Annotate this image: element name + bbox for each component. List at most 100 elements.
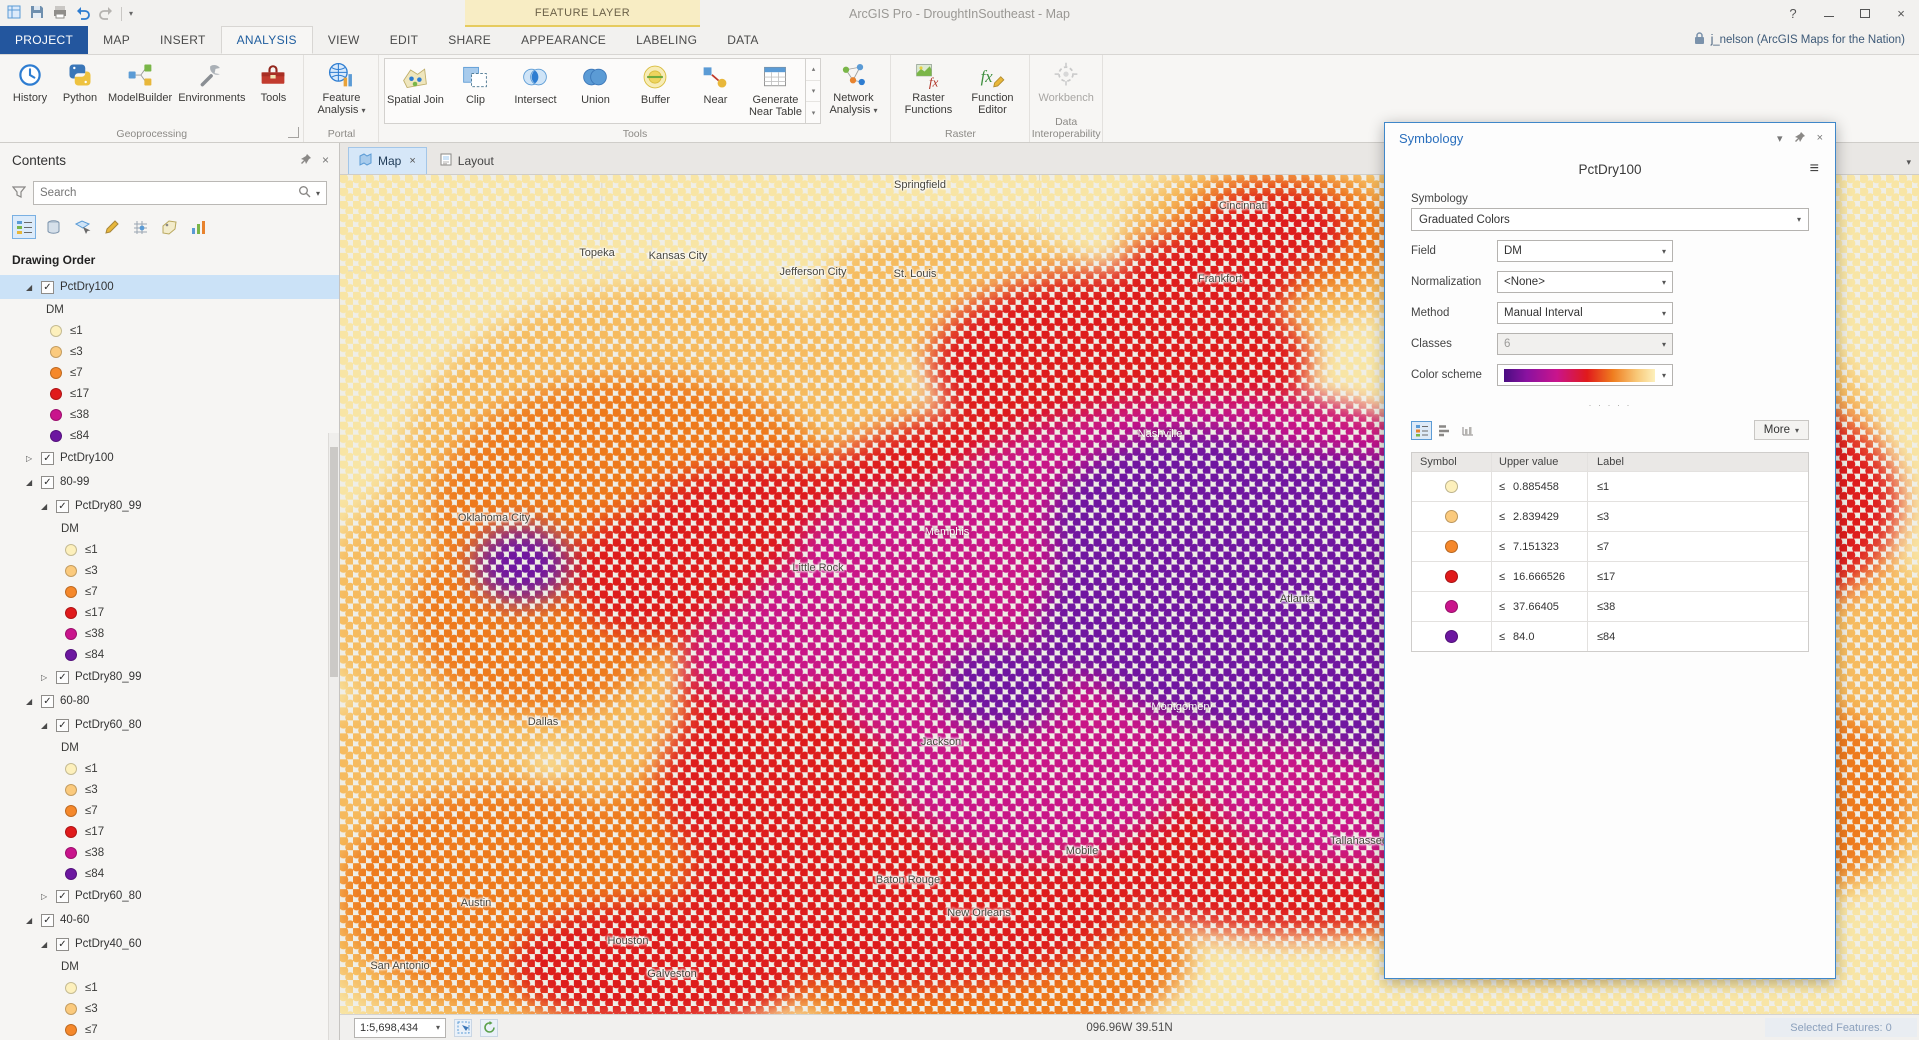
select-tool-icon[interactable] [454, 1018, 472, 1037]
modelbuilder-button[interactable]: ModelBuilder [105, 57, 175, 104]
gallery-down-icon[interactable]: ▾ [806, 81, 821, 103]
contents-scrollbar[interactable] [328, 433, 339, 1040]
collapsed-icon[interactable]: ▷ [26, 454, 41, 463]
classes-dropdown[interactable]: 6 ▾ [1497, 333, 1673, 355]
signed-in-user[interactable]: j_nelson (ArcGIS Maps for the Nation) [1694, 26, 1919, 54]
minimize-button[interactable] [1811, 0, 1847, 27]
feature-analysis-button[interactable]: Feature Analysis ▾ [309, 57, 373, 117]
search-input[interactable] [40, 187, 298, 199]
class-row-7[interactable]: ≤7.151323 ≤7 [1412, 531, 1808, 561]
field-dropdown[interactable]: DM ▾ [1497, 240, 1673, 262]
raster-functions-button[interactable]: fx Raster Functions [896, 57, 960, 116]
pane-splitter-handle[interactable]: · · · · · [1385, 400, 1835, 410]
layer-row-pctdry40-60[interactable]: ◢ ✓ PctDry40_60 [0, 932, 339, 956]
class-swatch[interactable] [1445, 480, 1458, 493]
group-row-60-80[interactable]: ◢ ✓ 60-80 [0, 689, 339, 713]
classes-view-button[interactable] [1411, 420, 1432, 440]
list-by-editing-button[interactable] [99, 215, 123, 239]
tab-layout[interactable]: Layout [430, 147, 504, 174]
menu-icon[interactable]: ≡ [1810, 160, 1819, 178]
scales-view-button[interactable] [1457, 421, 1478, 440]
gallery-expand-icon[interactable]: ▾ [806, 102, 820, 123]
search-icon[interactable] [298, 185, 311, 201]
close-pane-icon[interactable]: × [322, 153, 329, 167]
class-row-38[interactable]: ≤37.66405 ≤38 [1412, 591, 1808, 621]
color-scheme-dropdown[interactable]: ▾ [1497, 364, 1673, 386]
expanded-icon[interactable]: ◢ [26, 916, 41, 925]
layer-checkbox[interactable]: ✓ [41, 280, 54, 294]
list-by-source-button[interactable] [41, 215, 65, 239]
tab-map[interactable]: MAP [88, 26, 145, 54]
layer-checkbox[interactable]: ✓ [56, 889, 69, 903]
expanded-icon[interactable]: ◢ [26, 478, 41, 487]
tab-labeling[interactable]: LABELING [621, 26, 712, 54]
qat-customize-caret-icon[interactable]: ▾ [129, 9, 133, 18]
expanded-icon[interactable]: ◢ [41, 721, 56, 730]
python-button[interactable]: Python [55, 57, 105, 104]
layer-row-pctdry60-80[interactable]: ◢ ✓ PctDry60_80 [0, 713, 339, 737]
environments-button[interactable]: Environments [175, 57, 248, 104]
view-tabs-overflow-icon[interactable]: ▾ [1906, 157, 1911, 168]
pane-close-icon[interactable]: × [1817, 132, 1823, 144]
collapsed-icon[interactable]: ▷ [41, 673, 56, 682]
pane-menu-caret-icon[interactable]: ▾ [1777, 132, 1783, 145]
list-by-drawing-order-button[interactable] [12, 215, 36, 239]
tab-edit[interactable]: EDIT [375, 26, 434, 54]
normalization-dropdown[interactable]: <None> ▾ [1497, 271, 1673, 293]
tab-project[interactable]: PROJECT [0, 26, 89, 54]
list-by-selection-button[interactable] [70, 215, 94, 239]
tab-share[interactable]: SHARE [433, 26, 506, 54]
intersect-button[interactable]: Intersect [505, 59, 565, 123]
group-row-40-60[interactable]: ◢ ✓ 40-60 [0, 908, 339, 932]
dialog-launcher-icon[interactable] [288, 127, 300, 138]
collapsed-icon[interactable]: ▷ [41, 892, 56, 901]
redo-icon[interactable] [98, 4, 114, 23]
help-button[interactable]: ? [1775, 0, 1811, 27]
near-button[interactable]: Near [685, 59, 745, 123]
list-by-snapping-button[interactable] [128, 215, 152, 239]
class-row-1[interactable]: ≤0.885458 ≤1 [1412, 471, 1808, 501]
more-button[interactable]: More ▾ [1753, 420, 1809, 440]
spatial-join-button[interactable]: Spatial Join [385, 59, 445, 123]
histogram-view-button[interactable] [1434, 421, 1455, 440]
layer-checkbox[interactable]: ✓ [56, 670, 69, 684]
layer-row-pctdry80-99[interactable]: ◢ ✓ PctDry80_99 [0, 494, 339, 518]
function-editor-button[interactable]: fx Function Editor [960, 57, 1024, 116]
layer-checkbox[interactable]: ✓ [56, 499, 69, 513]
layer-checkbox[interactable]: ✓ [56, 718, 69, 732]
pane-pin-icon[interactable] [1794, 131, 1806, 146]
tab-view[interactable]: VIEW [313, 26, 375, 54]
new-project-icon[interactable] [6, 4, 22, 23]
save-icon[interactable] [29, 4, 45, 23]
layer-checkbox[interactable]: ✓ [41, 475, 54, 489]
class-swatch[interactable] [1445, 600, 1458, 613]
search-caret-icon[interactable]: ▾ [316, 189, 320, 198]
close-map-tab-icon[interactable]: × [409, 155, 415, 167]
tools-button[interactable]: Tools [248, 57, 298, 104]
symbology-method-dropdown[interactable]: Graduated Colors ▾ [1411, 208, 1809, 231]
class-swatch[interactable] [1445, 570, 1458, 583]
clip-button[interactable]: Clip [445, 59, 505, 123]
expanded-icon[interactable]: ◢ [41, 502, 56, 511]
layer-row-pctdry80-99[interactable]: ▷ ✓ PctDry80_99 [0, 665, 339, 689]
class-swatch[interactable] [1445, 510, 1458, 523]
history-button[interactable]: History [5, 57, 55, 104]
filter-icon[interactable] [11, 185, 27, 202]
expanded-icon[interactable]: ◢ [41, 940, 56, 949]
class-row-3[interactable]: ≤2.839429 ≤3 [1412, 501, 1808, 531]
workbench-button[interactable]: Workbench [1035, 57, 1096, 104]
map-scale-combo[interactable]: 1:5,698,434 ▾ [354, 1017, 446, 1038]
class-swatch[interactable] [1445, 630, 1458, 643]
tab-analysis[interactable]: ANALYSIS [220, 26, 313, 54]
expanded-icon[interactable]: ◢ [26, 283, 41, 292]
tab-data[interactable]: DATA [712, 26, 773, 54]
maximize-button[interactable] [1847, 0, 1883, 27]
buffer-button[interactable]: Buffer [625, 59, 685, 123]
layer-checkbox[interactable]: ✓ [41, 694, 54, 708]
pin-icon[interactable] [300, 153, 312, 168]
tab-appearance[interactable]: APPEARANCE [506, 26, 621, 54]
network-analysis-button[interactable]: Network Analysis ▾ [821, 57, 885, 117]
union-button[interactable]: Union [565, 59, 625, 123]
tab-insert[interactable]: INSERT [145, 26, 221, 54]
class-row-17[interactable]: ≤16.666526 ≤17 [1412, 561, 1808, 591]
